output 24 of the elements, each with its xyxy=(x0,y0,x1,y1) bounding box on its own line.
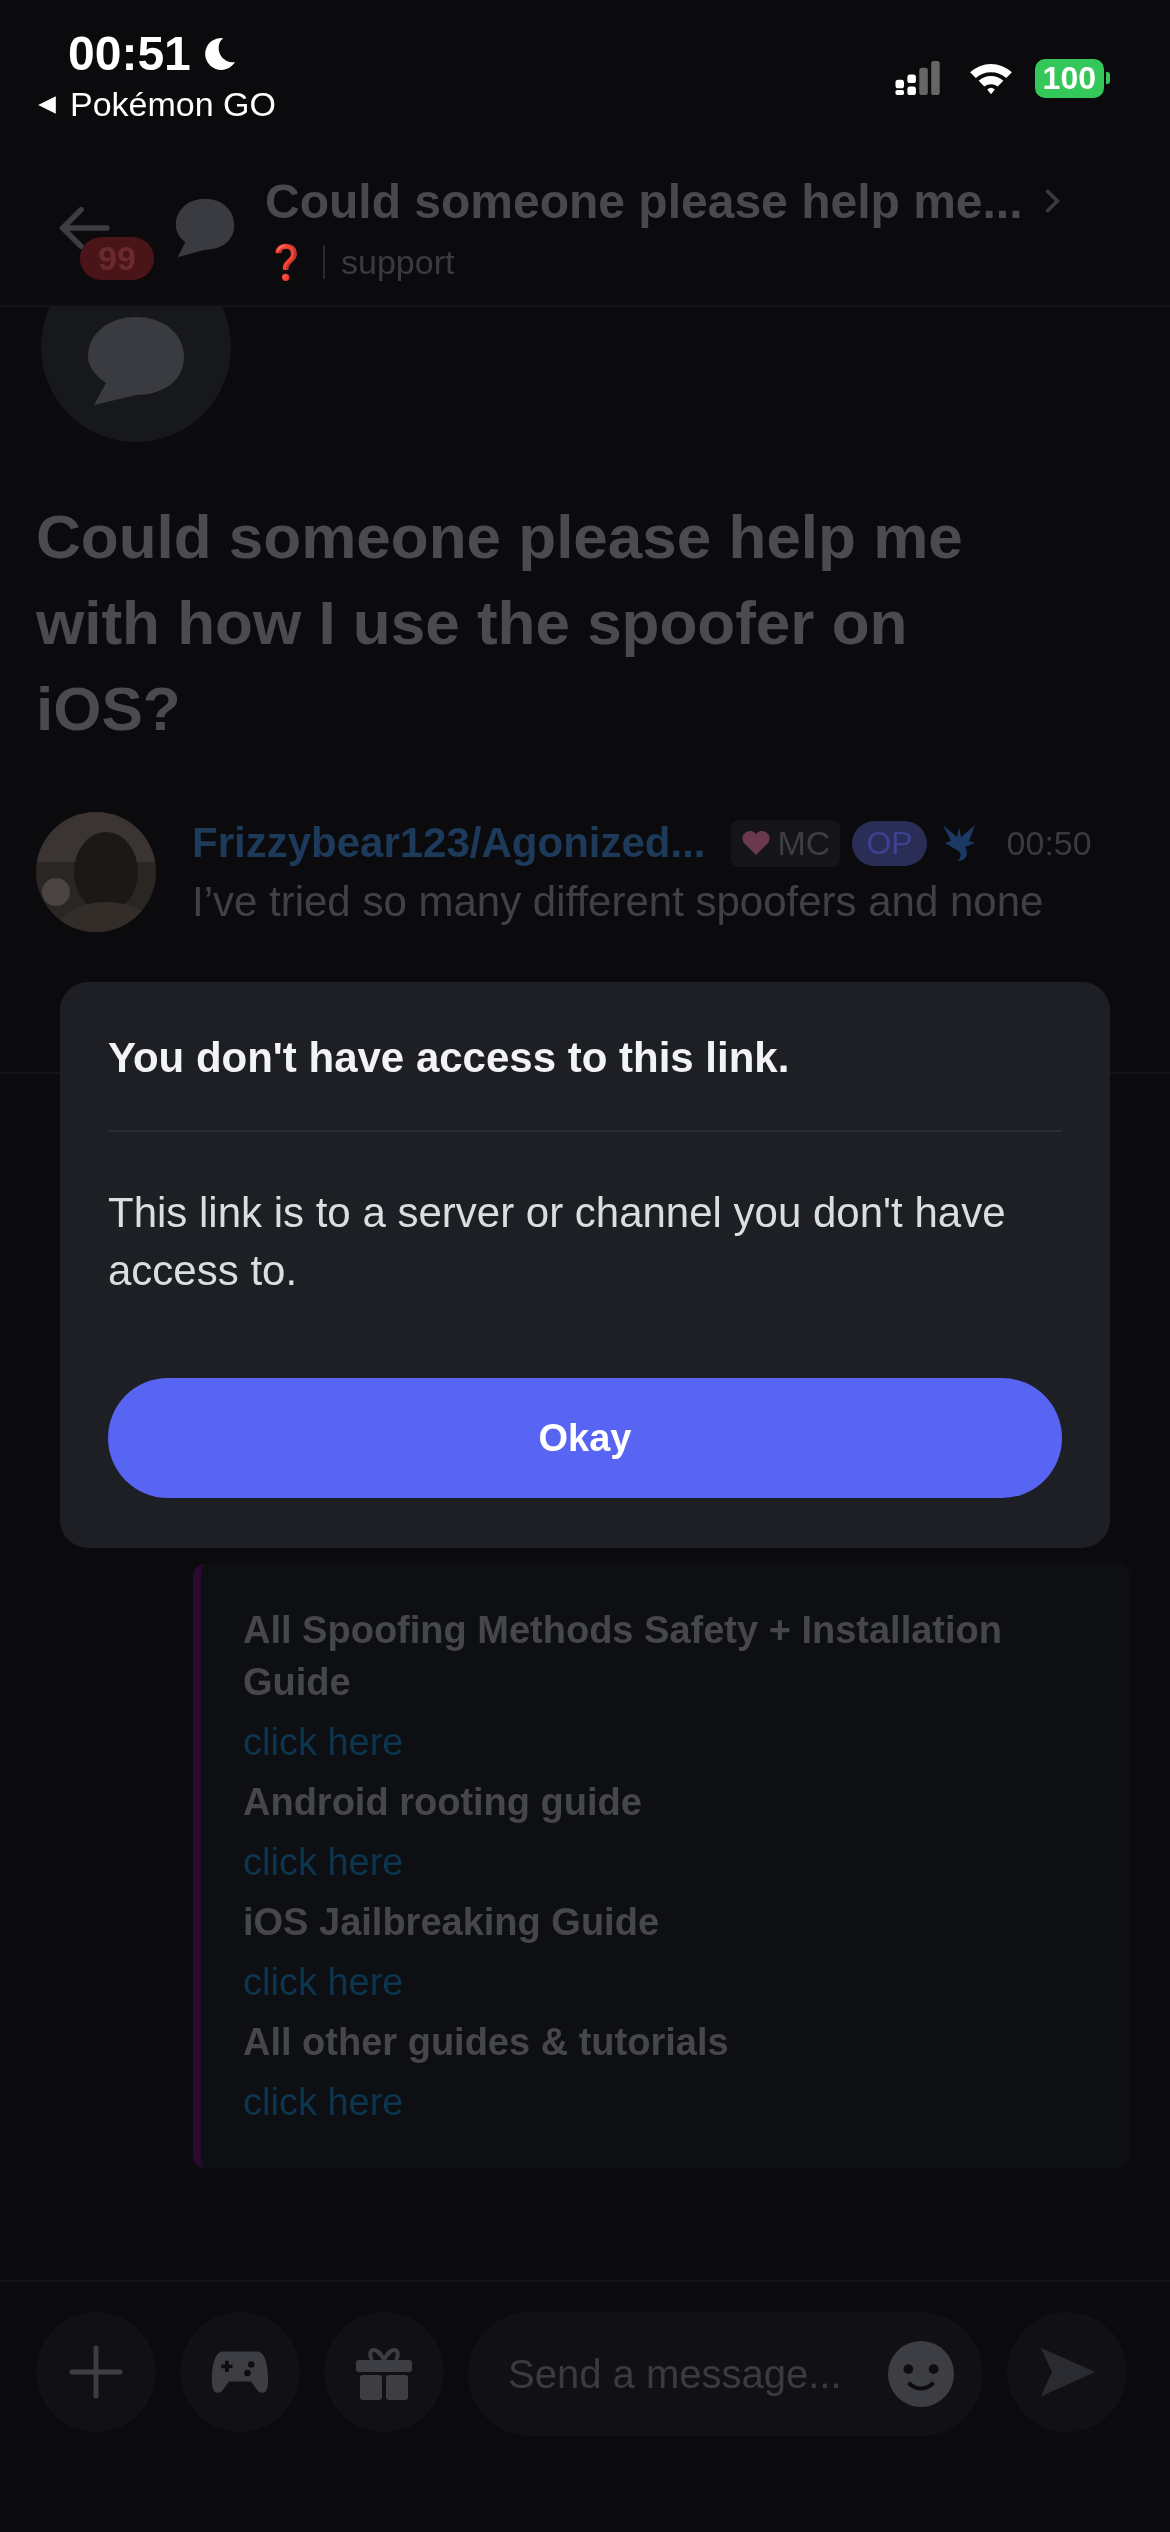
guide-heading: Android rooting guide xyxy=(243,1780,643,1825)
thread-title[interactable]: Could someone please help me... xyxy=(265,173,1023,229)
dialog-message: This link is to a server or channel you don't have access to. xyxy=(108,1188,1007,1296)
guide-link[interactable]: click here xyxy=(243,1721,404,1763)
guide-link[interactable]: click here xyxy=(243,1841,404,1883)
post-title: Could someone please help me with how I use the spoofer on iOS? xyxy=(36,501,964,745)
okay-button[interactable]: Okay xyxy=(108,1378,1062,1498)
battery-indicator: 100 xyxy=(1034,58,1104,98)
status-time: 00:51 xyxy=(68,26,191,81)
chevron-right-icon[interactable] xyxy=(1042,186,1061,216)
guide-heading: All other guides & tutorials xyxy=(243,2020,730,2065)
dialog-title: You don't have access to this link. xyxy=(108,1034,791,1082)
guide-link[interactable]: click here xyxy=(243,1961,404,2003)
op-badge: OP xyxy=(852,820,927,866)
back-triangle-icon[interactable] xyxy=(36,93,58,116)
guide-heading: iOS Jailbreaking Guide xyxy=(243,1900,660,1945)
question-tag: ❓ xyxy=(265,242,307,282)
emoji-icon[interactable] xyxy=(887,2340,955,2408)
back-app-link[interactable]: Pokémon GO xyxy=(70,85,276,124)
guide-heading: All Spoofing Methods Safety + Installation Guide xyxy=(243,1608,1003,1705)
message-text: I’ve tried so many different spoofers and none xyxy=(192,878,1045,926)
heart-icon xyxy=(741,830,772,856)
author-name[interactable]: Frizzybear123/Agonized... xyxy=(192,819,706,867)
guide-link[interactable]: click here xyxy=(243,2081,404,2123)
